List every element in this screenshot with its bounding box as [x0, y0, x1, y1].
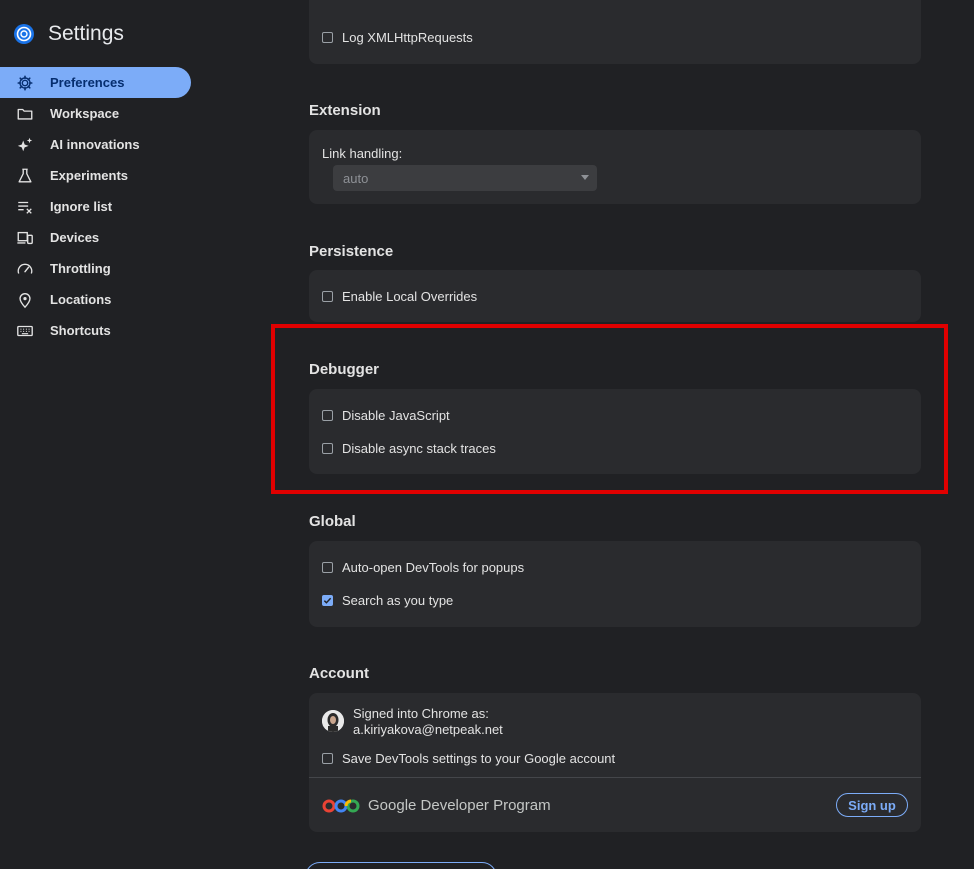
global-card: Auto-open DevTools for popups Search as …: [309, 541, 921, 627]
keyboard-icon: [15, 321, 35, 341]
gear-icon: [15, 73, 35, 93]
persistence-card: Enable Local Overrides: [309, 270, 921, 322]
network-card: Log XMLHttpRequests: [309, 0, 921, 64]
avatar: [322, 710, 344, 732]
disable-javascript-checkbox[interactable]: [322, 410, 333, 421]
location-pin-icon: [15, 290, 35, 310]
extension-card: Link handling: auto: [309, 130, 921, 204]
google-developer-program-logo-icon: [322, 799, 360, 812]
sidebar-item-preferences[interactable]: Preferences: [0, 67, 191, 98]
settings-header: Settings: [13, 22, 124, 46]
section-title-debugger: Debugger: [309, 361, 380, 378]
log-xhr-checkbox[interactable]: [322, 32, 333, 43]
section-title-extension: Extension: [309, 102, 381, 119]
sidebar-item-label: Throttling: [50, 261, 111, 276]
checkmark-icon: [323, 597, 332, 604]
account-info: Signed into Chrome as: a.kiriyakova@netp…: [353, 706, 503, 738]
sidebar-item-label: AI innovations: [50, 137, 140, 152]
google-developer-program-row: Google Developer Program: [322, 797, 551, 814]
enable-local-overrides-row[interactable]: Enable Local Overrides: [322, 289, 477, 304]
log-xhr-label: Log XMLHttpRequests: [342, 30, 473, 45]
search-as-you-type-label: Search as you type: [342, 593, 454, 608]
link-handling-select[interactable]: auto: [333, 165, 597, 191]
account-card: Signed into Chrome as: a.kiriyakova@netp…: [309, 693, 921, 832]
sidebar-item-throttling[interactable]: Throttling: [0, 253, 200, 284]
sidebar-item-ignore-list[interactable]: Ignore list: [0, 191, 200, 222]
sparkle-icon: [15, 135, 35, 155]
sidebar-item-label: Preferences: [50, 75, 125, 90]
sidebar-item-label: Workspace: [50, 106, 120, 121]
sign-up-button[interactable]: Sign up: [836, 793, 908, 817]
disable-async-stack-traces-checkbox[interactable]: [322, 443, 333, 454]
sidebar-item-label: Shortcuts: [50, 323, 111, 338]
disable-javascript-row[interactable]: Disable JavaScript: [322, 408, 450, 423]
signed-in-label: Signed into Chrome as:: [353, 706, 489, 721]
search-as-you-type-row[interactable]: Search as you type: [322, 593, 453, 608]
debugger-card: Disable JavaScript Disable async stack t…: [309, 389, 921, 474]
auto-open-devtools-row[interactable]: Auto-open DevTools for popups: [322, 560, 524, 575]
account-email: a.kiriyakova@netpeak.net: [353, 722, 503, 737]
sidebar-item-ai-innovations[interactable]: AI innovations: [0, 129, 200, 160]
link-handling-label: Link handling:: [322, 146, 403, 161]
disable-javascript-label: Disable JavaScript: [342, 408, 450, 423]
sidebar-item-label: Devices: [50, 230, 100, 245]
sidebar-item-locations[interactable]: Locations: [0, 284, 200, 315]
disable-async-stack-traces-row[interactable]: Disable async stack traces: [322, 441, 496, 456]
bottom-action-button[interactable]: [305, 862, 497, 869]
sidebar: Settings Preferences Workspace AI innova…: [0, 0, 200, 869]
devtools-logo-icon: [14, 24, 34, 44]
sidebar-item-label: Ignore list: [50, 199, 113, 214]
devices-icon: [15, 228, 35, 248]
settings-content: Log XMLHttpRequests Extension Link handl…: [305, 0, 921, 869]
folder-icon: [15, 104, 35, 124]
sidebar-item-devices[interactable]: Devices: [0, 222, 200, 253]
sidebar-item-label: Experiments: [50, 168, 129, 183]
save-settings-label: Save DevTools settings to your Google ac…: [342, 751, 616, 766]
auto-open-devtools-label: Auto-open DevTools for popups: [342, 560, 525, 575]
section-title-account: Account: [309, 665, 369, 682]
flask-icon: [15, 166, 35, 186]
link-handling-value: auto: [343, 170, 369, 186]
divider: [309, 777, 921, 778]
enable-local-overrides-checkbox[interactable]: [322, 291, 333, 302]
log-xhr-row[interactable]: Log XMLHttpRequests: [322, 30, 473, 45]
disable-async-stack-traces-label: Disable async stack traces: [342, 441, 496, 456]
list-remove-icon: [15, 197, 35, 217]
auto-open-devtools-checkbox[interactable]: [322, 562, 333, 573]
enable-local-overrides-label: Enable Local Overrides: [342, 289, 478, 304]
sidebar-nav: Preferences Workspace AI innovations Exp…: [0, 67, 200, 346]
page-title: Settings: [48, 22, 124, 45]
sidebar-item-experiments[interactable]: Experiments: [0, 160, 200, 191]
settings-window: Settings Preferences Workspace AI innova…: [0, 0, 974, 869]
save-settings-row[interactable]: Save DevTools settings to your Google ac…: [322, 751, 615, 766]
sidebar-item-workspace[interactable]: Workspace: [0, 98, 200, 129]
section-title-persistence: Persistence: [309, 243, 394, 260]
sidebar-item-shortcuts[interactable]: Shortcuts: [0, 315, 200, 346]
save-settings-checkbox[interactable]: [322, 753, 333, 764]
search-as-you-type-checkbox[interactable]: [322, 595, 333, 606]
user-avatar-icon: [322, 710, 344, 732]
chevron-down-icon: [581, 175, 589, 180]
google-developer-program-label: Google Developer Program: [368, 797, 551, 814]
sidebar-item-label: Locations: [50, 292, 112, 307]
section-title-global: Global: [309, 513, 356, 530]
speedometer-icon: [15, 259, 35, 279]
